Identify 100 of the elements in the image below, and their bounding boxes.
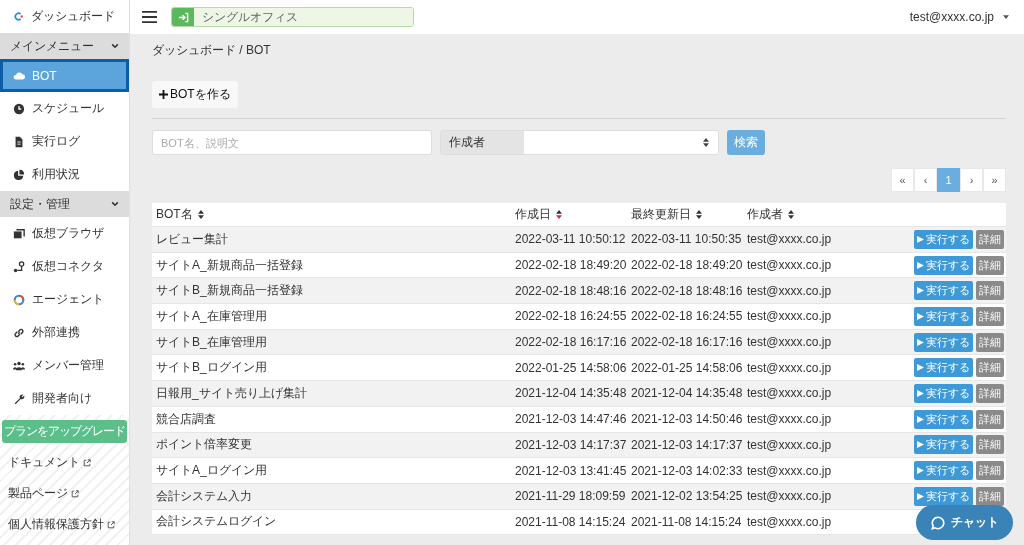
- detail-button[interactable]: 詳細: [976, 461, 1004, 481]
- play-icon: [917, 338, 924, 346]
- table-cell: 2022-03-11 10:50:35: [631, 232, 742, 247]
- detail-button[interactable]: 詳細: [976, 409, 1004, 429]
- people-icon: [13, 359, 25, 372]
- sidebar-item[interactable]: 開発者向け: [0, 382, 129, 415]
- search-button[interactable]: 検索: [727, 130, 765, 155]
- page-button[interactable]: »: [983, 168, 1006, 192]
- table-cell: test@xxxx.co.jp: [747, 463, 832, 478]
- detail-button[interactable]: 詳細: [976, 255, 1004, 275]
- page-button[interactable]: 1: [937, 168, 960, 192]
- run-button[interactable]: 実行する: [914, 229, 973, 249]
- section-header[interactable]: メインメニュー: [0, 32, 129, 60]
- chevron-icon: [111, 42, 119, 51]
- sign-in-icon: [177, 11, 189, 23]
- detail-button[interactable]: 詳細: [976, 281, 1004, 301]
- sidebar-item[interactable]: 利用状況: [0, 158, 129, 192]
- search-field[interactable]: BOT名、説明文: [152, 130, 432, 155]
- run-button[interactable]: 実行する: [914, 461, 973, 481]
- table-cell: test@xxxx.co.jp: [747, 283, 832, 298]
- chevron-icon: [111, 200, 119, 209]
- run-button[interactable]: 実行する: [914, 383, 973, 403]
- sidebar-label: 開発者向け: [32, 390, 92, 408]
- play-icon: [917, 492, 924, 500]
- run-button[interactable]: 実行する: [914, 409, 973, 429]
- breadcrumb: ダッシュボード / BOT: [152, 43, 272, 58]
- external-link[interactable]: ドキュメント: [8, 455, 80, 470]
- table-cell: 会計システムログイン: [156, 513, 276, 531]
- brand-name[interactable]: ダッシュボード: [31, 7, 115, 25]
- plus-icon: [159, 90, 168, 99]
- external-link-icon: [83, 458, 91, 467]
- table-cell: 2022-02-18 16:17:16: [515, 335, 627, 350]
- sidebar-item[interactable]: メンバー管理: [0, 349, 129, 383]
- page-button[interactable]: ‹: [914, 168, 937, 192]
- link-icon: [13, 326, 25, 339]
- table-cell: test@xxxx.co.jp: [747, 437, 832, 452]
- sidebar-item[interactable]: 実行ログ: [0, 125, 129, 159]
- menu-icon[interactable]: [142, 10, 157, 24]
- windows-icon: [13, 227, 25, 240]
- detail-button[interactable]: 詳細: [976, 229, 1004, 249]
- sidebar-label: 実行ログ: [32, 133, 80, 151]
- run-button[interactable]: 実行する: [914, 255, 973, 275]
- run-button[interactable]: 実行する: [914, 332, 973, 352]
- pie-chart-icon: [13, 168, 25, 181]
- sidebar-item[interactable]: 外部連携: [0, 316, 129, 350]
- table-cell: test@xxxx.co.jp: [747, 360, 832, 375]
- table-cell: 2021-12-04 14:35:48: [515, 386, 627, 401]
- sidebar-item[interactable]: スケジュール: [0, 92, 129, 126]
- office-name: シングルオフィス: [194, 8, 413, 26]
- table-cell: 2021-12-03 14:17:37: [515, 437, 627, 452]
- run-button[interactable]: 実行する: [914, 358, 973, 378]
- play-icon: [917, 235, 924, 243]
- nodes-icon: [13, 260, 25, 273]
- detail-button[interactable]: 詳細: [976, 383, 1004, 403]
- sidebar-item[interactable]: 仮想ブラウザ: [0, 217, 129, 251]
- section-header[interactable]: 設定・管理: [0, 191, 129, 218]
- play-icon: [917, 261, 924, 269]
- column-header[interactable]: 最終更新日: [627, 203, 743, 226]
- table-cell: 2021-11-29 18:09:59: [515, 489, 626, 504]
- external-link[interactable]: 個人情報保護方針: [8, 517, 104, 532]
- run-button[interactable]: 実行する: [914, 435, 973, 455]
- detail-button[interactable]: 詳細: [976, 486, 1004, 506]
- table-cell: 日報用_サイト売り上げ集計: [156, 384, 307, 402]
- run-button[interactable]: 実行する: [914, 306, 973, 326]
- run-button[interactable]: 実行する: [914, 486, 973, 506]
- page-button[interactable]: «: [891, 168, 914, 192]
- wrench-icon: [13, 392, 25, 405]
- run-button[interactable]: 実行する: [914, 281, 973, 301]
- detail-button[interactable]: 詳細: [976, 435, 1004, 455]
- detail-button[interactable]: 詳細: [976, 332, 1004, 352]
- table-cell: 2021-12-02 13:54:25: [631, 489, 743, 504]
- office-selector[interactable]: シングルオフィス: [171, 7, 414, 27]
- create-bot-button[interactable]: BOTを作る: [152, 81, 238, 108]
- detail-button[interactable]: 詳細: [976, 306, 1004, 326]
- sidebar-label: 外部連携: [32, 324, 80, 342]
- upgrade-button[interactable]: プランをアップグレード: [2, 420, 127, 443]
- external-link[interactable]: 製品ページ: [8, 486, 68, 501]
- table-cell: 2022-03-11 10:50:12: [515, 232, 626, 247]
- page-button[interactable]: ›: [960, 168, 983, 192]
- section-title: 設定・管理: [10, 195, 70, 213]
- table-cell: test@xxxx.co.jp: [747, 309, 832, 324]
- clock-icon: [13, 102, 25, 115]
- sidebar-item[interactable]: 仮想コネクタ: [0, 250, 129, 284]
- detail-button[interactable]: 詳細: [976, 358, 1004, 378]
- table-cell: 2021-12-04 14:35:48: [631, 386, 743, 401]
- column-header[interactable]: BOT名: [152, 203, 511, 226]
- table-cell: test@xxxx.co.jp: [747, 412, 832, 427]
- chat-button[interactable]: チャット: [916, 505, 1013, 540]
- user-email[interactable]: test@xxxx.co.jp: [909, 10, 994, 24]
- sidebar-item[interactable]: BOT: [0, 59, 129, 93]
- table-cell: 2021-12-03 14:47:46: [515, 412, 627, 427]
- table-cell: test@xxxx.co.jp: [747, 258, 832, 273]
- sidebar-item[interactable]: エージェント: [0, 283, 129, 317]
- column-header[interactable]: 作成者: [743, 203, 1002, 226]
- table-cell: 2022-02-18 18:49:20: [515, 258, 627, 273]
- table-cell: サイトB_新規商品一括登録: [156, 282, 303, 300]
- table-cell: サイトB_在庫管理用: [156, 333, 267, 351]
- table-cell: 2022-02-18 18:48:16: [631, 283, 743, 298]
- sidebar-label: BOT: [32, 68, 57, 83]
- column-header[interactable]: 作成日: [511, 203, 627, 226]
